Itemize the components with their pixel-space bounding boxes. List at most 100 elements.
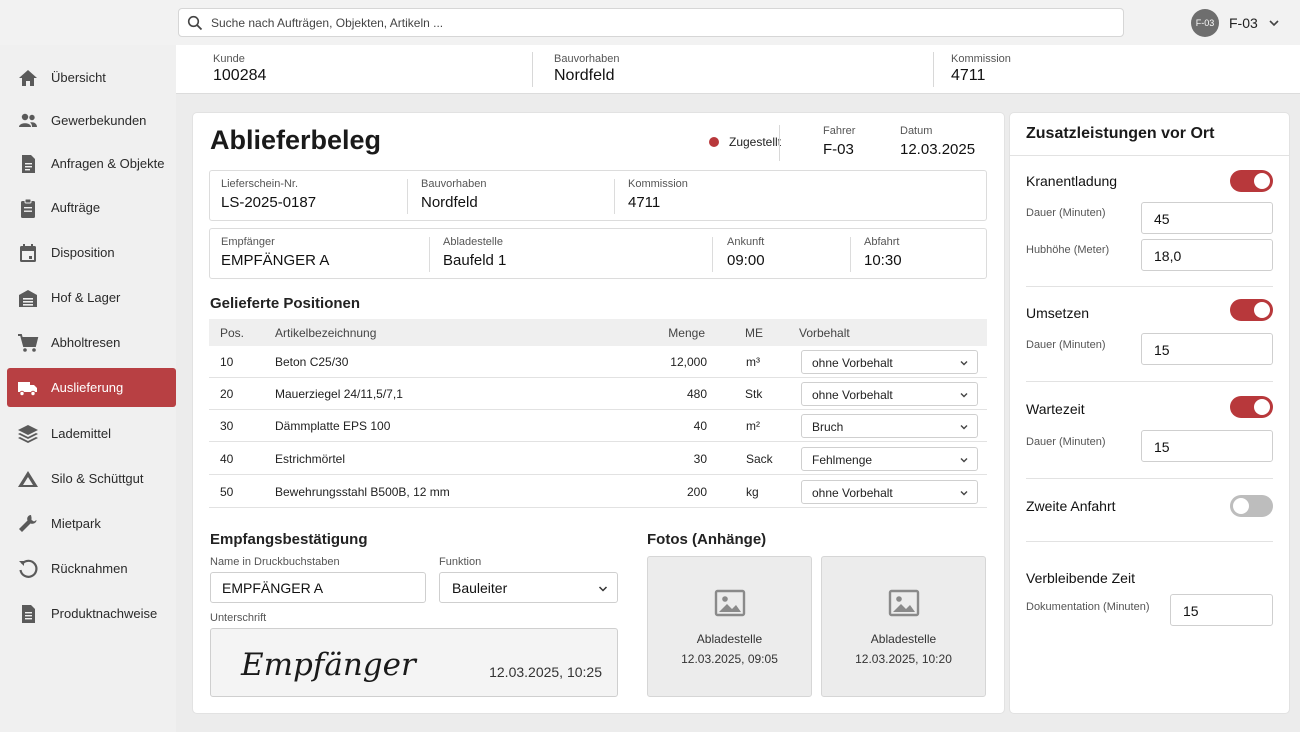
kommission-value: 4711 (628, 194, 661, 211)
sidebar-item-silo[interactable]: Silo & Schüttgut (7, 459, 176, 498)
row-me: m³ (746, 355, 760, 369)
page-title: Ablieferbeleg (210, 125, 382, 155)
photo-thumbnail[interactable]: Abladestelle 12.03.2025, 09:05 (647, 556, 812, 697)
panel-title: Zusatzleistungen vor Ort (1026, 125, 1215, 142)
vorbehalt-value: ohne Vorbehalt (812, 486, 893, 500)
vorbehalt-value: ohne Vorbehalt (812, 388, 893, 402)
context-kommission: Kommission 4711 (951, 45, 1011, 94)
vorbehalt-select[interactable]: ohne Vorbehalt (801, 350, 978, 374)
row-menge: 40 (693, 419, 707, 433)
row-artikel: Estrichmörtel (275, 452, 346, 466)
image-icon (714, 589, 745, 617)
context-bauvorhaben-label: Bauvorhaben (554, 53, 620, 65)
dokumentation-input[interactable]: 15 (1170, 594, 1273, 626)
chevron-down-icon (960, 491, 968, 496)
kranentladung-label: Kranentladung (1026, 173, 1118, 189)
vorbehalt-select[interactable]: Fehlmenge (801, 447, 978, 471)
kranentladung-dauer-label: Dauer (Minuten) (1026, 207, 1106, 219)
sidebar-item-lademittel[interactable]: Lademittel (7, 414, 176, 453)
toggle-knob (1254, 173, 1270, 189)
kranentladung-dauer-input[interactable]: 45 (1141, 202, 1273, 234)
signature-text: Empfänger A (240, 647, 419, 683)
user-name[interactable]: F-03 (1229, 15, 1258, 31)
table-row: 10 Beton C25/30 12,000 m³ ohne Vorbehalt (209, 346, 987, 378)
sidebar-item-auftraege[interactable]: Aufträge (7, 188, 176, 227)
search-icon (187, 15, 203, 30)
photo-caption: Abladestelle (870, 632, 937, 646)
bauvorhaben-field: Bauvorhaben Nordfeld (421, 171, 486, 211)
photo-timestamp: 12.03.2025, 09:05 (681, 652, 778, 666)
user-menu[interactable]: F-03 F-03 (1191, 9, 1280, 37)
vorbehalt-select[interactable]: Bruch (801, 414, 978, 438)
signature-pad[interactable]: Empfänger A 12.03.2025, 10:25 (210, 628, 618, 697)
row-menge: 480 (686, 387, 707, 401)
search-input[interactable]: Suche nach Aufträgen, Objekten, Artikeln… (178, 8, 1124, 37)
name-label: Name in Druckbuchstaben (210, 556, 340, 568)
wartezeit-dauer-input[interactable]: 15 (1141, 430, 1273, 462)
ankunft-label: Ankunft (727, 236, 765, 248)
row-pos: 30 (220, 419, 234, 433)
sidebar-item-gewerbekunden[interactable]: Gewerbekunden (7, 101, 176, 140)
date-label: Datum (900, 125, 933, 137)
sidebar-item-produktnachweise[interactable]: Produktnachweise (7, 594, 176, 633)
zweite-anfahrt-toggle[interactable] (1230, 495, 1273, 517)
sidebar-item-label: Abholtresen (51, 335, 121, 350)
signature-label: Unterschrift (210, 612, 267, 624)
sidebar-item-uebersicht[interactable]: Übersicht (7, 58, 176, 97)
avatar[interactable]: F-03 (1191, 9, 1219, 37)
context-bauvorhaben-value: Nordfeld (554, 67, 615, 84)
image-icon (888, 589, 919, 617)
lieferschein-label: Lieferschein-Nr. (221, 178, 299, 190)
ankunft-field: Ankunft 09:00 (727, 229, 765, 269)
divider (1026, 286, 1273, 287)
sidebar-item-label: Disposition (51, 245, 115, 260)
vorbehalt-select[interactable]: ohne Vorbehalt (801, 480, 978, 504)
lieferschein-value: LS-2025-0187 (221, 194, 317, 211)
sidebar-item-disposition[interactable]: Disposition (7, 233, 176, 272)
row-pos: 40 (220, 452, 234, 466)
name-input[interactable]: EMPFÄNGER A (210, 572, 426, 603)
chevron-down-icon (960, 393, 968, 398)
context-kunde-value: 100284 (213, 67, 267, 84)
funktion-value: Bauleiter (452, 580, 508, 596)
sidebar-item-hof-lager[interactable]: Hof & Lager (7, 278, 176, 317)
sidebar-item-label: Anfragen & Objekte (51, 156, 165, 171)
sidebar-item-auslieferung[interactable]: Auslieferung (7, 368, 176, 407)
abfahrt-value: 10:30 (864, 252, 902, 269)
status-badge: Zugestellt (709, 135, 781, 149)
sidebar-item-label: Auslieferung (51, 380, 124, 395)
sidebar-item-label: Produktnachweise (51, 606, 158, 621)
additional-services-panel: Zusatzleistungen vor Ort Kranentladung D… (1010, 113, 1289, 713)
users-icon (19, 113, 37, 127)
context-kommission-value: 4711 (951, 67, 986, 84)
wartezeit-toggle[interactable] (1230, 396, 1273, 418)
sidebar-item-ruecknahmen[interactable]: Rücknahmen (7, 549, 176, 588)
abladestelle-label: Abladestelle (443, 236, 503, 248)
funktion-select[interactable]: Bauleiter (439, 572, 618, 603)
funktion-label: Funktion (439, 556, 482, 568)
signature-image: Empfänger A (240, 647, 419, 683)
positions-heading: Gelieferte Positionen (210, 295, 361, 312)
photo-thumbnail[interactable]: Abladestelle 12.03.2025, 10:20 (821, 556, 986, 697)
driver-field: Fahrer F-03 (823, 125, 855, 158)
umsetzen-label: Umsetzen (1026, 305, 1090, 321)
empfaenger-label: Empfänger (221, 236, 275, 248)
hubhoehe-input[interactable]: 18,0 (1141, 239, 1273, 271)
signature-timestamp: 12.03.2025, 10:25 (489, 664, 602, 680)
kranentladung-toggle[interactable] (1230, 170, 1273, 192)
dokumentation-label: Dokumentation (Minuten) (1026, 601, 1150, 613)
chevron-down-icon[interactable] (1268, 17, 1280, 29)
vorbehalt-value: ohne Vorbehalt (812, 356, 893, 370)
row-artikel: Beton C25/30 (275, 355, 349, 369)
umsetzen-dauer-input[interactable]: 15 (1141, 333, 1273, 365)
chevron-down-icon (960, 361, 968, 366)
driver-label: Fahrer (823, 125, 856, 137)
sidebar-item-anfragen[interactable]: Anfragen & Objekte (7, 144, 176, 183)
row-pos: 50 (220, 485, 234, 499)
truck-icon (18, 381, 37, 396)
sidebar-item-abholtresen[interactable]: Abholtresen (7, 323, 176, 362)
sidebar-item-mietpark[interactable]: Mietpark (7, 504, 176, 543)
verbleibende-zeit-label: Verbleibende Zeit (1026, 570, 1135, 586)
vorbehalt-select[interactable]: ohne Vorbehalt (801, 382, 978, 406)
umsetzen-toggle[interactable] (1230, 299, 1273, 321)
